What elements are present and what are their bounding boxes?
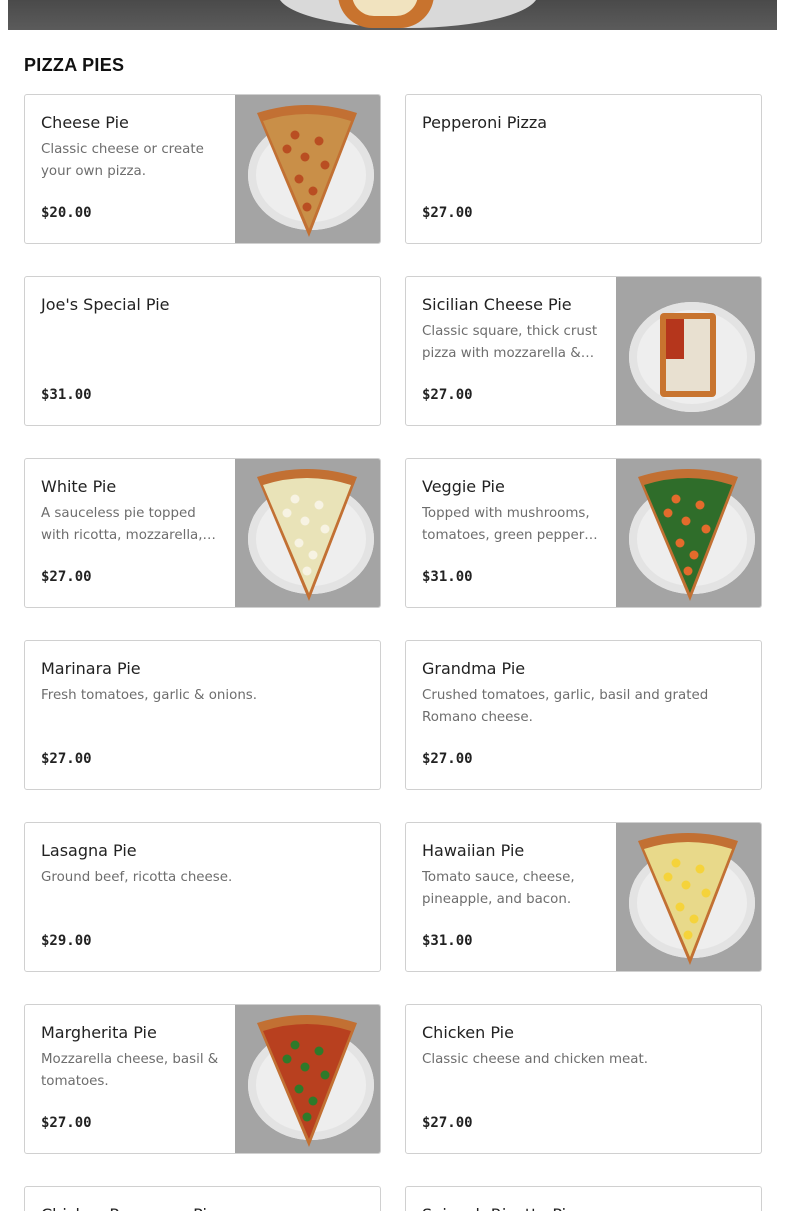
menu-item-price: $27.00 bbox=[422, 205, 473, 221]
menu-item-name: Chicken Pie bbox=[422, 1023, 514, 1042]
menu-item-chicken-pie[interactable]: Chicken Pie Classic cheese and chicken me… bbox=[405, 1004, 762, 1154]
menu-item-text: Marinara Pie Fresh tomatoes, garlic & oni… bbox=[41, 658, 364, 789]
menu-item-text: Chicken Parmesan Pizza bbox=[41, 1204, 364, 1211]
menu-item-name: Veggie Pie bbox=[422, 477, 505, 496]
menu-item-joe-s-special-pie[interactable]: Joe's Special Pie $31.00 bbox=[24, 276, 381, 426]
pizza-slice-icon bbox=[257, 1015, 357, 1147]
menu-item-name: Cheese Pie bbox=[41, 113, 129, 132]
menu-item-margherita-pie[interactable]: Margherita Pie Mozzarella cheese, basil &… bbox=[24, 1004, 381, 1154]
menu-item-description: Classic cheese or create your own pizza. bbox=[41, 142, 204, 179]
menu-item-text: Grandma Pie Crushed tomatoes, garlic, bas… bbox=[422, 658, 745, 789]
pizza-slice-icon bbox=[660, 313, 716, 397]
menu-item-name: Sicilian Cheese Pie bbox=[422, 295, 572, 314]
menu-item-chicken-parmesan-pizza[interactable]: Chicken Parmesan Pizza bbox=[24, 1186, 381, 1211]
menu-item-photo bbox=[616, 823, 761, 971]
menu-item-price: $27.00 bbox=[422, 751, 473, 767]
menu-item-grandma-pie[interactable]: Grandma Pie Crushed tomatoes, garlic, bas… bbox=[405, 640, 762, 790]
menu-item-price: $27.00 bbox=[41, 1115, 92, 1131]
menu-item-name: Chicken Parmesan Pizza bbox=[41, 1204, 364, 1211]
menu-item-price: $31.00 bbox=[422, 569, 473, 585]
menu-item-price: $27.00 bbox=[422, 1115, 473, 1131]
menu-item-description: Ground beef, ricotta cheese. bbox=[41, 870, 233, 885]
menu-item-pepperoni-pizza[interactable]: Pepperoni Pizza $27.00 bbox=[405, 94, 762, 244]
menu-item-name: Lasagna Pie bbox=[41, 841, 137, 860]
menu-item-description: A sauceless pie topped with ricotta, moz… bbox=[41, 506, 203, 543]
menu-item-spinach-ricotta-pizza[interactable]: Spinach Ricotta Pizza bbox=[405, 1186, 762, 1211]
menu-item-text: Joe's Special Pie bbox=[41, 294, 364, 425]
menu-item-name: Joe's Special Pie bbox=[41, 295, 170, 314]
menu-item-name: White Pie bbox=[41, 477, 117, 496]
menu-item-photo bbox=[235, 1005, 380, 1153]
menu-item-name: Margherita Pie bbox=[41, 1023, 157, 1042]
menu-item-text: Pepperoni Pizza bbox=[422, 112, 745, 243]
menu-item-price: $27.00 bbox=[41, 569, 92, 585]
menu-item-cheese-pie[interactable]: Cheese Pie Classic cheese or create your … bbox=[24, 94, 381, 244]
menu-item-description: Classic square, thick crust pizza with m… bbox=[422, 324, 598, 361]
menu-item-hawaiian-pie[interactable]: Hawaiian Pie Tomato sauce, cheese, pineap… bbox=[405, 822, 762, 972]
menu-item-description: Crushed tomatoes, garlic, basil and grat… bbox=[422, 688, 709, 725]
menu-item-veggie-pie[interactable]: Veggie Pie Topped with mushrooms, tomatoe… bbox=[405, 458, 762, 608]
menu-item-white-pie[interactable]: White Pie A sauceless pie topped with ric… bbox=[24, 458, 381, 608]
hero-image bbox=[8, 0, 777, 30]
menu-item-price: $31.00 bbox=[422, 933, 473, 949]
pizza-slice-icon bbox=[257, 469, 357, 601]
menu-item-text: Sicilian Cheese Pie Classic square, thick… bbox=[422, 294, 601, 425]
menu-item-description: Fresh tomatoes, garlic & onions. bbox=[41, 688, 258, 703]
menu-item-name: Hawaiian Pie bbox=[422, 841, 525, 860]
menu-item-description: Classic cheese and chicken meat. bbox=[422, 1052, 648, 1067]
menu-item-photo bbox=[616, 459, 761, 607]
menu-item-price: $27.00 bbox=[422, 387, 473, 403]
menu-item-name: Marinara Pie bbox=[41, 659, 141, 678]
pizza-slice-icon bbox=[638, 833, 738, 965]
pizza-slice-icon bbox=[638, 469, 738, 601]
pizza-slice-icon bbox=[257, 105, 357, 237]
menu-item-price: $27.00 bbox=[41, 751, 92, 767]
menu-item-name: Grandma Pie bbox=[422, 659, 526, 678]
menu-item-photo bbox=[235, 459, 380, 607]
menu-item-text: White Pie A sauceless pie topped with ric… bbox=[41, 476, 220, 607]
menu-item-name: Pepperoni Pizza bbox=[422, 113, 548, 132]
menu-item-text: Chicken Pie Classic cheese and chicken me… bbox=[422, 1022, 745, 1153]
menu-item-marinara-pie[interactable]: Marinara Pie Fresh tomatoes, garlic & oni… bbox=[24, 640, 381, 790]
menu-item-text: Margherita Pie Mozzarella cheese, basil &… bbox=[41, 1022, 220, 1153]
menu-item-price: $29.00 bbox=[41, 933, 92, 949]
menu-item-lasagna-pie[interactable]: Lasagna Pie Ground beef, ricotta cheese. $… bbox=[24, 822, 381, 972]
menu-item-sicilian-cheese-pie[interactable]: Sicilian Cheese Pie Classic square, thick… bbox=[405, 276, 762, 426]
menu-item-description: Tomato sauce, cheese, pineapple, and bac… bbox=[422, 870, 575, 907]
menu-item-text: Hawaiian Pie Tomato sauce, cheese, pineap… bbox=[422, 840, 601, 971]
menu-item-text: Spinach Ricotta Pizza bbox=[422, 1204, 745, 1211]
menu-item-price: $31.00 bbox=[41, 387, 92, 403]
menu-item-text: Lasagna Pie Ground beef, ricotta cheese. bbox=[41, 840, 364, 971]
menu-item-description: Mozzarella cheese, basil & tomatoes. bbox=[41, 1052, 219, 1089]
menu-item-description: Topped with mushrooms, tomatoes, green p… bbox=[422, 506, 596, 543]
menu-item-price: $20.00 bbox=[41, 205, 92, 221]
menu-item-text: Veggie Pie Topped with mushrooms, tomatoe… bbox=[422, 476, 601, 607]
menu-item-name: Spinach Ricotta Pizza bbox=[422, 1204, 745, 1211]
menu-item-photo bbox=[235, 95, 380, 243]
menu-item-text: Cheese Pie Classic cheese or create your … bbox=[41, 112, 220, 243]
section-title: PIZZA PIES bbox=[24, 55, 125, 75]
menu-item-photo bbox=[616, 277, 761, 425]
